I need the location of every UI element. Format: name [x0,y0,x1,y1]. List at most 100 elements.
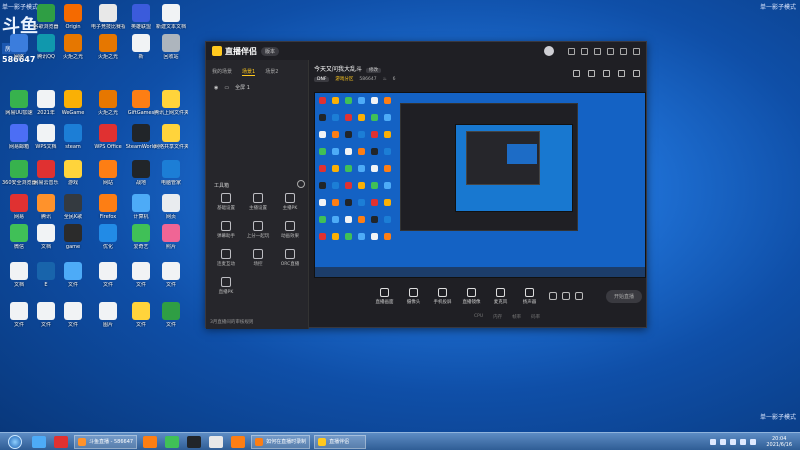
control-button[interactable]: 直播画面 [370,287,399,305]
desktop-icon[interactable]: 文件 [124,302,158,328]
stream-preview[interactable] [314,92,646,278]
rules-notice[interactable]: 3月直播间的审核规则 [210,319,253,325]
control-button[interactable]: 摄像头 [399,287,428,305]
minimize-icon[interactable] [607,47,614,55]
desktop-icon[interactable]: 战地 [124,160,158,186]
desktop-icon[interactable]: 计算机 [124,194,158,220]
desktop-icon[interactable]: 腾讯上网文件夹 [154,90,188,116]
desktop-icon[interactable]: WeGame [56,90,90,116]
lock-icon[interactable] [603,70,610,77]
tray-icon[interactable] [720,438,727,445]
taskbar-task[interactable]: 如何在直播时录制 [251,434,311,449]
tool-item[interactable]: 基础设置 [210,193,242,211]
desktop-icon[interactable]: 电子竞技比赛视频 [91,4,125,30]
tool-item[interactable]: ORC直播 [274,249,306,267]
control-button[interactable]: 直播镜像 [457,287,486,305]
bell-icon[interactable] [618,70,625,77]
desktop-icon[interactable]: 电脑管家 [154,160,188,186]
eye-icon[interactable]: ◉ [214,85,218,91]
tool-item[interactable]: 上分一起玩 [242,221,274,239]
desktop-icon[interactable]: Origin [56,4,90,30]
tray-icon[interactable] [730,438,737,445]
desktop-icon[interactable]: 全民K歌 [56,194,90,220]
start-live-button[interactable]: 开始直播 [605,289,642,303]
clock[interactable]: 20:04 2021/6/16 [766,436,792,448]
desktop-icon[interactable]: steam [56,124,90,150]
desktop-icon[interactable]: 文件 [91,262,125,288]
desktop-icon[interactable]: 网络共享文件夹 [154,124,188,150]
tool-item[interactable]: 弹幕助手 [210,221,242,239]
avatar[interactable] [544,46,554,56]
desktop-icon[interactable]: 新 [124,34,158,60]
volume-icon[interactable] [750,438,757,445]
desktop-icon[interactable]: 文件 [124,262,158,288]
desktop-icon[interactable]: 优化 [91,224,125,250]
desktop-icon[interactable]: GiftGames [124,90,158,116]
control-button[interactable]: 麦克风 [486,287,515,305]
explorer-icon[interactable] [32,435,46,448]
control-button[interactable]: 手机投屏 [428,287,457,305]
tab-scene-2[interactable]: 场景2 [265,68,278,76]
app-icon[interactable] [165,435,180,448]
edit-room-button[interactable]: 修改 [366,68,382,73]
scene-item[interactable]: ◉ ▭ 全屏 1 [206,80,308,95]
tool-item[interactable]: 动画效果 [274,221,306,239]
category-tag[interactable]: DNF [314,76,330,82]
desktop-icon[interactable]: 火炬之光 [56,34,90,60]
preview-app-icon [345,165,352,172]
desktop-icon[interactable]: 图片 [91,302,125,328]
desktop-icon-label: Firefox [99,214,117,220]
app-icon [132,160,150,178]
desktop-icon[interactable]: 火炬之光 [91,90,125,116]
tray-icon[interactable] [710,438,717,445]
tool-item[interactable]: 连麦互动 [210,249,242,267]
desktop-icon[interactable]: Firefox [91,194,125,220]
share-icon[interactable] [633,70,640,77]
tool-item[interactable]: 主播设置 [242,193,274,211]
desktop-icon[interactable]: 文件 [56,302,90,328]
version-badge[interactable]: 版本 [261,46,280,56]
desktop-icon[interactable]: game [56,224,90,250]
desktop-icon[interactable]: 文件 [56,262,90,288]
desktop-icon[interactable]: SteamWorld [124,124,158,150]
desktop-icon[interactable]: 爱奇艺 [124,224,158,250]
desktop-icon[interactable]: WPS Office [91,124,125,150]
tool-item[interactable]: 直播PK [210,277,242,295]
maximize-icon[interactable] [620,47,627,55]
desktop-icon[interactable]: 网页 [154,194,188,220]
app-icon[interactable] [209,435,224,448]
menu-icon[interactable] [594,47,601,55]
network-icon[interactable] [740,438,747,445]
desktop-icon[interactable]: 照片 [154,224,188,250]
lock-icon[interactable] [588,70,595,77]
desktop-icon[interactable]: 新建文本文档 [154,4,188,30]
desktop-icon[interactable]: 火炬之光 [91,34,125,60]
tool-item[interactable]: 场控 [242,249,274,267]
task-label: 直播伴侣 [329,439,350,445]
desktop-icon[interactable]: 文件 [154,302,188,328]
tools-settings-icon[interactable] [297,180,305,188]
taskbar-task[interactable]: 斗鱼直播 - 586647 [74,434,138,449]
desktop-icon[interactable]: 回收站 [154,34,188,60]
gear-icon[interactable] [575,292,583,300]
close-icon[interactable] [633,47,640,55]
app-icon[interactable] [187,435,202,448]
play-icon[interactable] [562,292,570,300]
skin-icon[interactable] [568,47,575,55]
tab-my-scenes[interactable]: 我的场景 [212,68,232,76]
firefox-icon[interactable] [231,435,246,448]
app-icon[interactable] [143,435,158,448]
record-icon[interactable] [549,292,557,300]
desktop-icon[interactable]: 网站 [91,160,125,186]
desktop-icon[interactable]: 游戏 [56,160,90,186]
desktop-icon[interactable]: 英雄联盟 [124,4,158,30]
tool-item[interactable]: 主播PK [274,193,306,211]
message-icon[interactable] [581,47,588,55]
desktop-icon[interactable]: 文件 [154,262,188,288]
gift-icon[interactable] [573,70,580,77]
start-button[interactable] [8,434,22,449]
tab-scene-1[interactable]: 场景1 [242,68,256,76]
app-icon[interactable] [54,435,68,448]
control-button[interactable]: 扬声器 [515,287,544,305]
taskbar-task[interactable]: 直播伴侣 [314,434,367,449]
